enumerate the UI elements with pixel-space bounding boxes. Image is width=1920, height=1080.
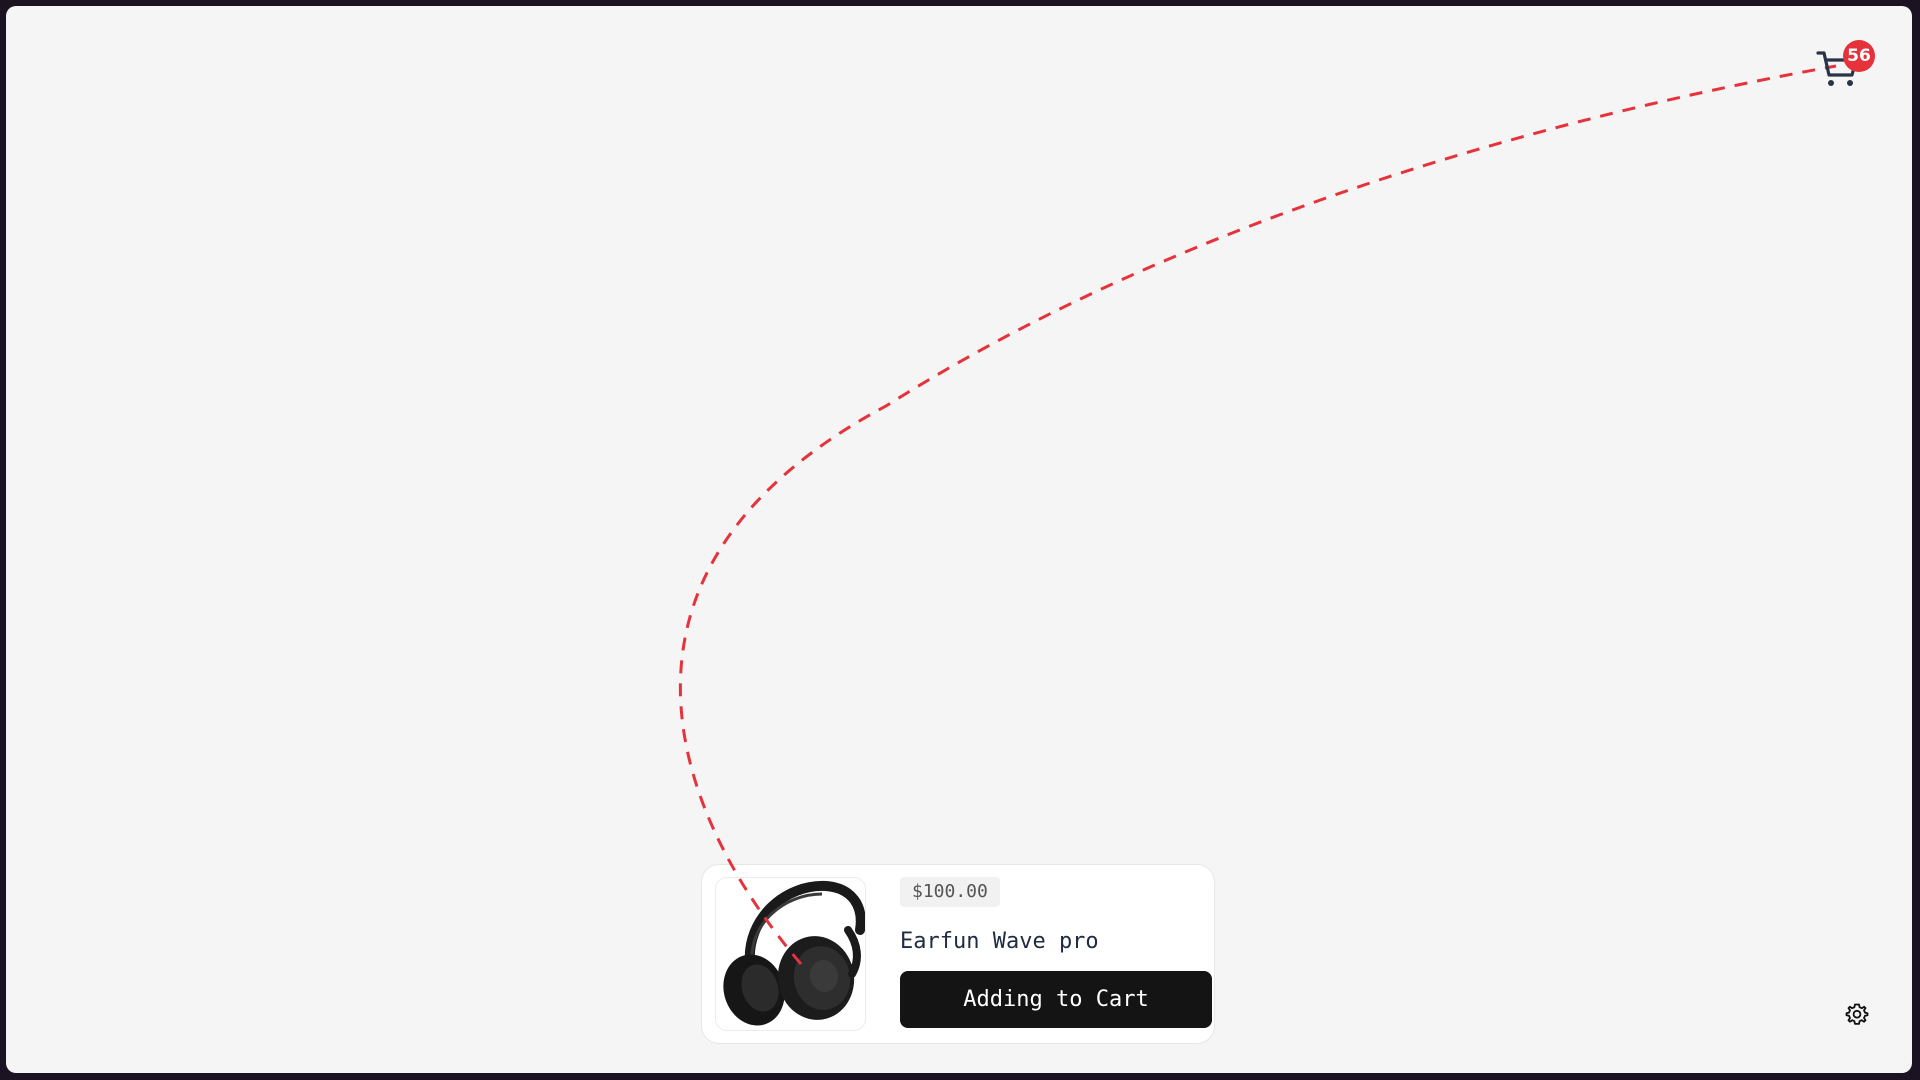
app-window: 56 $100.00 Earfun Wave pro Adding to Car… xyxy=(6,6,1912,1073)
cart-count-badge: 56 xyxy=(1843,40,1875,72)
gear-icon xyxy=(1845,1003,1869,1025)
settings-button[interactable] xyxy=(1842,999,1872,1029)
add-to-cart-button[interactable]: Adding to Cart xyxy=(900,971,1212,1028)
trajectory-path xyxy=(679,64,1837,965)
product-name: Earfun Wave pro xyxy=(900,929,1099,954)
headphones-image xyxy=(723,880,865,1026)
price-tag: $100.00 xyxy=(900,877,1000,907)
product-card: $100.00 Earfun Wave pro Adding to Cart xyxy=(701,864,1215,1044)
cart-button[interactable]: 56 xyxy=(1810,40,1875,100)
product-image xyxy=(715,877,866,1031)
